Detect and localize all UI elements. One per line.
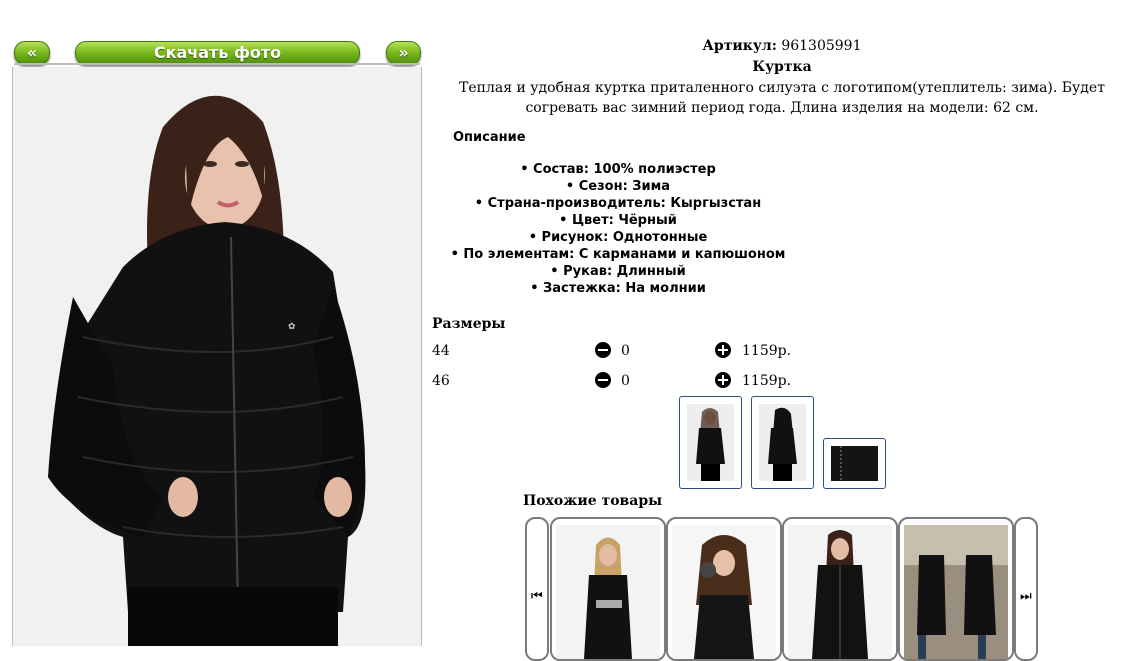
size-qty: 0 xyxy=(621,343,630,359)
next-photo-button[interactable]: » xyxy=(386,41,421,65)
feature-item: • Сезон: Зима xyxy=(565,179,671,194)
article-line: Артикул: 961305991 xyxy=(432,38,1132,54)
size-price: 1159р. xyxy=(742,373,792,389)
features-list: • Состав: 100% полиэстер • Сезон: Зима •… xyxy=(432,161,804,297)
size-price: 1159р. xyxy=(742,343,792,359)
size-value: 46 xyxy=(432,373,450,389)
product-main-photo: ✿ xyxy=(12,67,422,646)
prev-photo-button[interactable]: « xyxy=(14,41,50,65)
article-label: Артикул: xyxy=(702,38,777,54)
model-in-jacket-image: ✿ xyxy=(13,67,421,646)
thumbnail-image xyxy=(687,404,734,481)
article-value: 961305991 xyxy=(781,38,862,54)
feature-item: • Рукав: Длинный xyxy=(550,264,686,279)
skip-forward-icon: ⏭ xyxy=(1020,589,1032,604)
thumbnail-image xyxy=(759,404,806,481)
minus-icon[interactable] xyxy=(595,372,611,388)
feature-item: • Застежка: На молнии xyxy=(530,281,706,296)
feature-item: • По элементам: С карманами и капюшоном xyxy=(450,247,786,262)
size-value: 44 xyxy=(432,343,450,359)
feature-item: • Цвет: Чёрный xyxy=(559,213,677,228)
svg-text:✿: ✿ xyxy=(288,322,296,332)
size-qty: 0 xyxy=(621,373,630,389)
skip-back-icon: ⏮ xyxy=(531,589,543,604)
similar-product-image xyxy=(788,525,892,659)
similar-product-image xyxy=(556,525,660,659)
feature-item: • Рисунок: Однотонные xyxy=(528,230,708,245)
download-photo-button[interactable]: Скачать фото xyxy=(75,41,360,65)
similar-next-button[interactable]: ⏭ xyxy=(1014,517,1038,661)
similar-product-card[interactable] xyxy=(550,517,666,661)
photo-thumbnail[interactable] xyxy=(823,438,886,489)
feature-item: • Страна-производитель: Кыргызстан xyxy=(474,196,762,211)
product-name: Куртка xyxy=(752,59,812,75)
sizes-heading: Размеры xyxy=(432,316,506,332)
similar-heading: Похожие товары xyxy=(523,493,663,509)
plus-icon[interactable] xyxy=(715,342,731,358)
similar-product-image xyxy=(672,525,776,659)
product-description: Теплая и удобная куртка приталенного сил… xyxy=(459,80,1105,116)
thumbnail-image xyxy=(831,446,878,481)
plus-icon[interactable] xyxy=(715,372,731,388)
minus-icon[interactable] xyxy=(595,342,611,358)
photo-thumbnail[interactable] xyxy=(679,396,742,489)
similar-product-card[interactable] xyxy=(898,517,1014,661)
similar-product-card[interactable] xyxy=(666,517,782,661)
feature-item: • Состав: 100% полиэстер xyxy=(520,162,716,177)
similar-product-card[interactable] xyxy=(782,517,898,661)
description-heading: Описание xyxy=(453,130,526,145)
photo-thumbnail[interactable] xyxy=(751,396,814,489)
similar-prev-button[interactable]: ⏮ xyxy=(525,517,549,661)
similar-product-image xyxy=(904,525,1008,659)
nav-divider xyxy=(14,63,420,65)
